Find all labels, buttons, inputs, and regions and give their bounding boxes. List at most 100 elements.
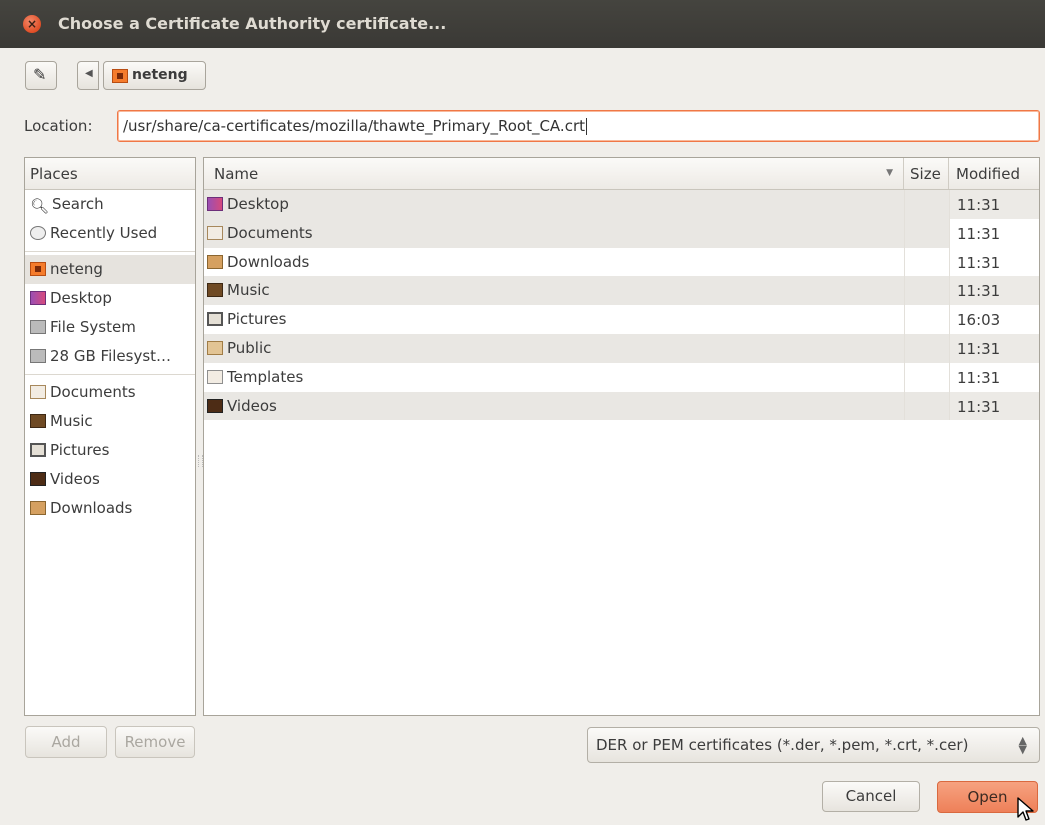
title-bar: × Choose a Certificate Authority certifi… [0, 0, 1045, 48]
file-size [904, 362, 949, 392]
path-back-button[interactable]: ◀ [77, 61, 99, 90]
file-size [904, 276, 949, 306]
file-modified: 11:31 [949, 391, 1039, 421]
music-folder-icon [207, 283, 223, 298]
column-header-size[interactable]: Size [904, 158, 949, 189]
sort-descending-icon: ▼ [886, 168, 893, 178]
pencil-icon: ✎ [33, 65, 47, 84]
file-name: Pictures [227, 310, 287, 329]
places-divider [25, 251, 195, 252]
column-header-modified[interactable]: Modified [949, 158, 1039, 189]
file-name: Downloads [227, 252, 310, 271]
place-label: Videos [50, 470, 100, 488]
file-modified: 11:31 [949, 218, 1039, 248]
place-label: Pictures [50, 441, 110, 459]
file-row-documents[interactable]: Documents 11:31 [204, 218, 1039, 248]
breadcrumb-label: neteng [132, 67, 188, 83]
place-item-downloads[interactable]: Downloads [25, 494, 195, 523]
remove-bookmark-button[interactable]: Remove [115, 726, 195, 758]
places-divider [25, 374, 195, 375]
pictures-folder-icon [207, 312, 223, 327]
file-modified: 16:03 [949, 305, 1039, 334]
templates-folder-icon [207, 369, 223, 384]
column-header-name[interactable]: Name ▼ [204, 158, 904, 189]
file-modified: 11:31 [949, 276, 1039, 306]
file-size [904, 391, 949, 421]
file-list-header: Name ▼ Size Modified [204, 158, 1039, 190]
file-list-panel: Name ▼ Size Modified Desktop 11:31 Docum… [203, 157, 1040, 716]
place-item-28gb-filesystem[interactable]: 28 GB Filesyst… [25, 342, 195, 371]
place-label: Downloads [50, 499, 133, 517]
place-label: Desktop [50, 289, 112, 307]
file-size [904, 305, 949, 334]
places-header: Places [25, 158, 195, 190]
desktop-icon [30, 291, 46, 305]
add-bookmark-button[interactable]: Add [25, 726, 107, 758]
file-name: Public [227, 338, 272, 357]
file-name: Documents [227, 223, 313, 242]
search-icon: 🔍︎ [30, 197, 50, 215]
column-name-label: Name [214, 165, 259, 183]
file-name: Videos [227, 396, 277, 415]
window-title: Choose a Certificate Authority certifica… [58, 14, 447, 33]
file-size [904, 247, 949, 277]
place-item-file-system[interactable]: File System [25, 313, 195, 342]
updown-arrows-icon: ▲ ▼ [1018, 734, 1027, 756]
videos-folder-icon [207, 398, 223, 413]
downloads-folder-icon [30, 501, 46, 515]
videos-folder-icon [30, 472, 46, 486]
pictures-folder-icon [30, 443, 46, 457]
file-row-downloads[interactable]: Downloads 11:31 [204, 247, 1039, 277]
desktop-icon [207, 197, 223, 211]
home-folder-icon [112, 69, 128, 83]
file-type-filter-select[interactable]: DER or PEM certificates (*.der, *.pem, *… [587, 727, 1040, 763]
file-size [904, 190, 949, 219]
documents-folder-icon [30, 385, 46, 399]
documents-folder-icon [207, 225, 223, 240]
location-value: /usr/share/ca-certificates/mozilla/thawt… [123, 117, 585, 135]
home-folder-icon [30, 262, 46, 276]
place-label: 28 GB Filesyst… [50, 347, 172, 365]
clock-icon [30, 226, 46, 240]
file-name: Templates [227, 367, 304, 386]
breadcrumb[interactable]: neteng [103, 61, 206, 90]
place-item-videos[interactable]: Videos [25, 465, 195, 494]
place-item-music[interactable]: Music [25, 407, 195, 436]
mouse-pointer-icon [1017, 797, 1034, 821]
location-input[interactable]: /usr/share/ca-certificates/mozilla/thawt… [117, 110, 1040, 142]
place-item-desktop[interactable]: Desktop [25, 284, 195, 313]
file-modified: 11:31 [949, 362, 1039, 392]
file-size [904, 333, 949, 363]
text-caret [586, 118, 587, 135]
file-row-desktop[interactable]: Desktop 11:31 [204, 190, 1039, 219]
place-item-documents[interactable]: Documents [25, 378, 195, 407]
drive-icon [30, 320, 46, 334]
public-folder-icon [207, 340, 223, 355]
cancel-button[interactable]: Cancel [822, 781, 920, 812]
file-modified: 11:31 [949, 247, 1039, 277]
file-name: Music [227, 281, 270, 300]
place-label: Recently Used [50, 224, 158, 242]
place-label: Documents [50, 383, 136, 401]
place-label: Search [52, 195, 104, 213]
location-label: Location: [24, 117, 93, 135]
place-label: File System [50, 318, 136, 336]
place-item-search[interactable]: 🔍︎ Search [25, 190, 195, 219]
place-label: Music [50, 412, 93, 430]
file-row-public[interactable]: Public 11:31 [204, 333, 1039, 363]
downloads-folder-icon [207, 254, 223, 269]
place-item-neteng[interactable]: neteng [25, 255, 195, 284]
file-modified: 11:31 [949, 333, 1039, 363]
file-row-templates[interactable]: Templates 11:31 [204, 362, 1039, 392]
type-location-button[interactable]: ✎ [25, 61, 57, 90]
music-folder-icon [30, 414, 46, 428]
file-size [904, 218, 949, 248]
file-row-pictures[interactable]: Pictures 16:03 [204, 305, 1039, 334]
file-row-videos[interactable]: Videos 11:31 [204, 391, 1039, 421]
place-item-pictures[interactable]: Pictures [25, 436, 195, 465]
close-icon[interactable]: × [23, 15, 41, 33]
place-label: neteng [50, 260, 103, 278]
file-row-music[interactable]: Music 11:31 [204, 276, 1039, 306]
drive-icon [30, 349, 46, 363]
place-item-recently-used[interactable]: Recently Used [25, 219, 195, 248]
